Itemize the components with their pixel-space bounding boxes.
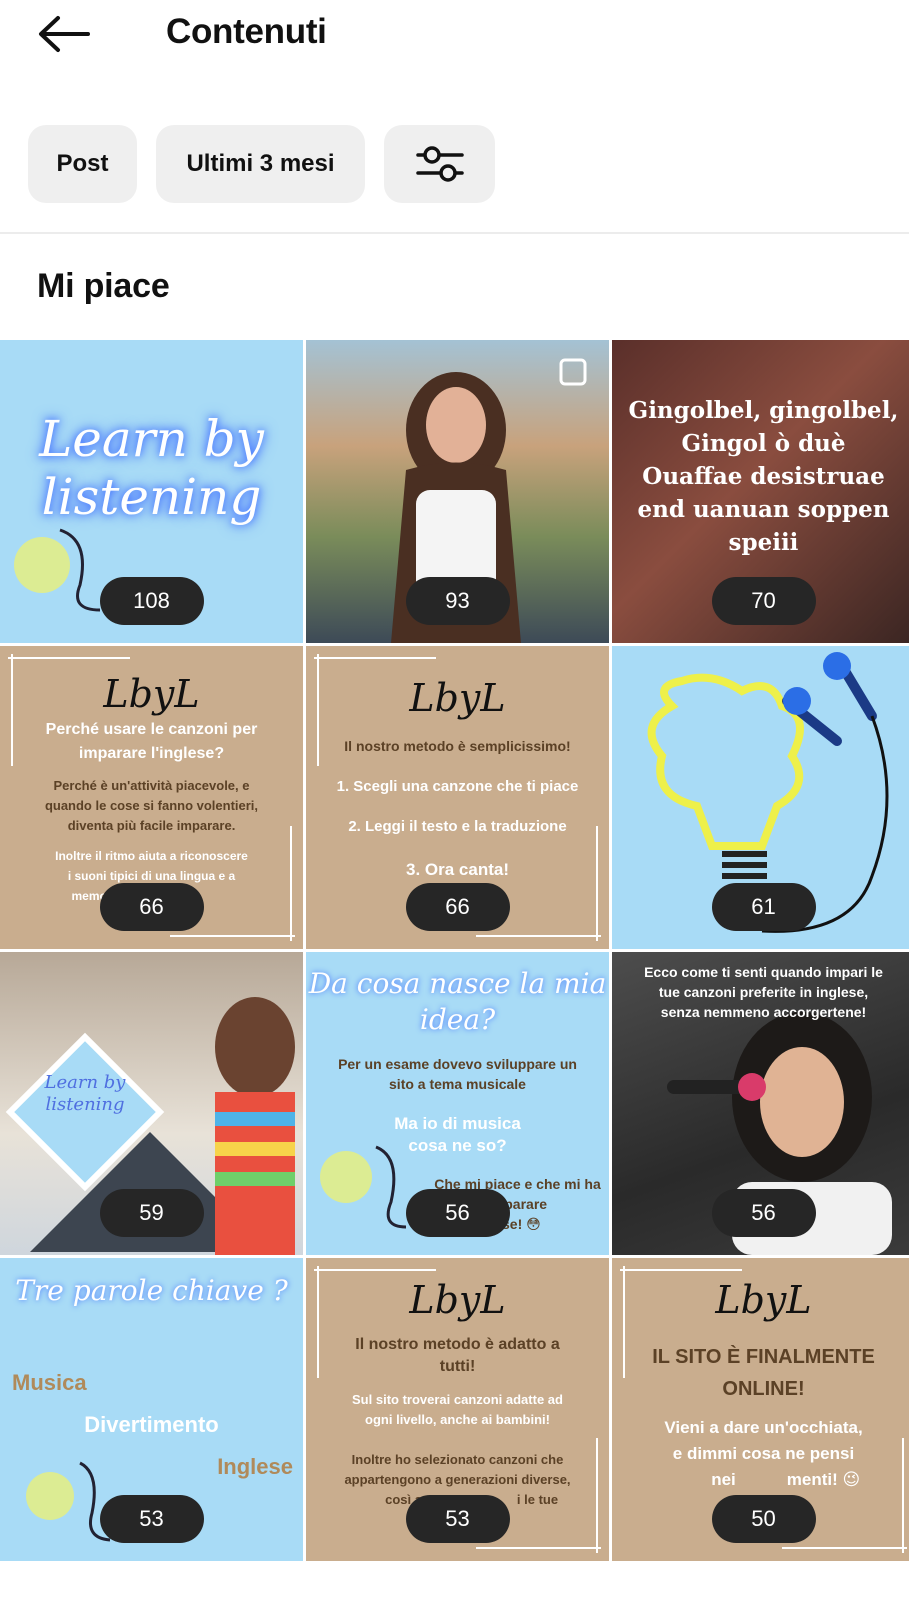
post-type-filter[interactable]: Post — [28, 125, 137, 203]
post-thumbnail[interactable]: LbyL Perché usare le canzoni per imparar… — [0, 646, 303, 949]
post-caption: Inoltre il ritmo aiuta a riconoscere — [55, 849, 248, 863]
top-bar: Contenuti — [0, 0, 909, 68]
likes-count-badge: 53 — [99, 1495, 204, 1543]
post-caption: Il nostro metodo è adatto a — [355, 1336, 560, 1353]
post-caption: Ecco come ti senti quando impari le — [644, 964, 883, 980]
post-thumbnail[interactable]: Gingolbel, gingolbel, Gingol ò duè Ouaff… — [612, 340, 909, 643]
post-caption: Learn by — [44, 1072, 126, 1093]
post-caption: tutti! — [439, 1358, 476, 1375]
post-thumbnail[interactable]: LbyL Il nostro metodo è adatto a tutti! … — [306, 1258, 609, 1561]
post-caption: IL SITO È FINALMENTE — [652, 1346, 875, 1368]
brand-logo: LbyL — [409, 1278, 506, 1322]
period-filter[interactable]: Ultimi 3 mesi — [156, 125, 365, 203]
post-caption: appartengono a generazioni diverse, — [344, 1472, 571, 1487]
post-caption: 3. Ora canta! — [406, 860, 509, 879]
post-caption: Inoltre ho selezionato canzoni che — [351, 1452, 564, 1467]
post-caption: Gingolbel, gingolbel, — [628, 397, 899, 424]
post-thumbnail[interactable]: LbyL Il nostro metodo è semplicissimo! 1… — [306, 646, 609, 949]
likes-count-badge: 59 — [99, 1189, 204, 1237]
post-thumbnail[interactable]: LbyL IL SITO È FINALMENTE ONLINE! Vieni … — [612, 1258, 909, 1561]
post-thumbnail[interactable]: Tre parole chiave ? Musica Divertimento … — [0, 1258, 303, 1561]
posts-grid: Learn by listening 108 93 Gingolbel, gin… — [0, 340, 909, 1561]
sliders-icon — [415, 146, 464, 182]
post-caption: 1. Scegli una canzone che ti piace — [336, 778, 579, 795]
post-caption: Gingol ò duè — [681, 430, 846, 457]
post-thumbnail[interactable]: Learn by listening 59 — [0, 952, 303, 1255]
post-caption: sito a tema musicale — [389, 1076, 526, 1092]
brand-logo: LbyL — [715, 1278, 812, 1322]
post-caption: Vieni a dare un'occhiata, — [664, 1418, 863, 1437]
post-caption: Inglese — [217, 1454, 293, 1479]
filter-settings-button[interactable] — [384, 125, 495, 203]
post-caption: Ouaffae desistruae — [642, 463, 885, 490]
post-caption: end uanuan soppen — [637, 496, 890, 523]
likes-count-badge: 66 — [99, 883, 204, 931]
post-thumbnail[interactable]: Learn by listening 108 — [0, 340, 303, 643]
post-caption: senza nemmeno accorgertene! — [660, 1004, 867, 1020]
post-caption: Tre parole chiave ? — [15, 1274, 288, 1307]
likes-count-badge: 70 — [711, 577, 816, 625]
filter-bar: Post Ultimi 3 mesi — [28, 125, 495, 203]
post-caption: speiii — [728, 529, 799, 556]
post-caption: Per un esame dovevo sviluppare un — [338, 1056, 577, 1072]
likes-count-badge: 56 — [711, 1189, 816, 1237]
likes-count-badge: 66 — [405, 883, 510, 931]
post-caption: menti! 😉 — [786, 1470, 861, 1489]
arrow-left-icon — [39, 16, 90, 52]
page-title: Contenuti — [166, 12, 327, 51]
likes-count-badge: 56 — [405, 1189, 510, 1237]
post-caption: Perché è un'attività piacevole, e — [53, 778, 250, 793]
post-thumbnail[interactable]: Da cosa nasce la mia idea? Per un esame … — [306, 952, 609, 1255]
post-caption: e dimmi cosa ne pensi — [672, 1444, 855, 1463]
post-caption: listening — [41, 468, 262, 526]
brand-logo: LbyL — [409, 676, 506, 720]
post-caption: Divertimento — [84, 1412, 219, 1437]
post-caption: Learn by — [39, 410, 264, 468]
post-caption: Sul sito troverai canzoni adatte ad — [352, 1392, 563, 1407]
likes-count-badge: 61 — [711, 883, 816, 931]
divider — [0, 232, 909, 234]
back-button[interactable] — [36, 14, 92, 54]
post-caption: listening — [45, 1094, 125, 1115]
post-thumbnail[interactable]: 61 — [612, 646, 909, 949]
post-thumbnail[interactable]: 93 — [306, 340, 609, 643]
brand-logo: LbyL — [103, 672, 200, 716]
post-caption: Musica — [12, 1370, 87, 1395]
post-caption: Ma io di musica — [394, 1114, 521, 1133]
post-caption: ogni livello, anche ai bambini! — [365, 1412, 550, 1427]
post-caption: Perché usare le canzoni per imparare l'i… — [45, 721, 258, 762]
post-caption: cosa ne so? — [408, 1136, 507, 1155]
post-caption: tue canzoni preferite in inglese, — [658, 984, 869, 1000]
post-caption: Il nostro metodo è semplicissimo! — [344, 738, 571, 754]
post-caption: diventa più facile imparare. — [67, 818, 236, 833]
post-caption: 2. Leggi il testo e la traduzione — [348, 818, 567, 835]
likes-count-badge: 108 — [99, 577, 204, 625]
post-caption: Da cosa nasce la mia idea? — [308, 967, 607, 1036]
post-thumbnail[interactable]: Ecco come ti senti quando impari le tue … — [612, 952, 909, 1255]
section-title: Mi piace — [37, 267, 170, 305]
post-caption: ONLINE! — [722, 1378, 805, 1400]
likes-count-badge: 50 — [711, 1495, 816, 1543]
likes-count-badge: 93 — [405, 577, 510, 625]
post-caption: quando le cose si fanno volentieri, — [44, 798, 259, 813]
likes-count-badge: 53 — [405, 1495, 510, 1543]
